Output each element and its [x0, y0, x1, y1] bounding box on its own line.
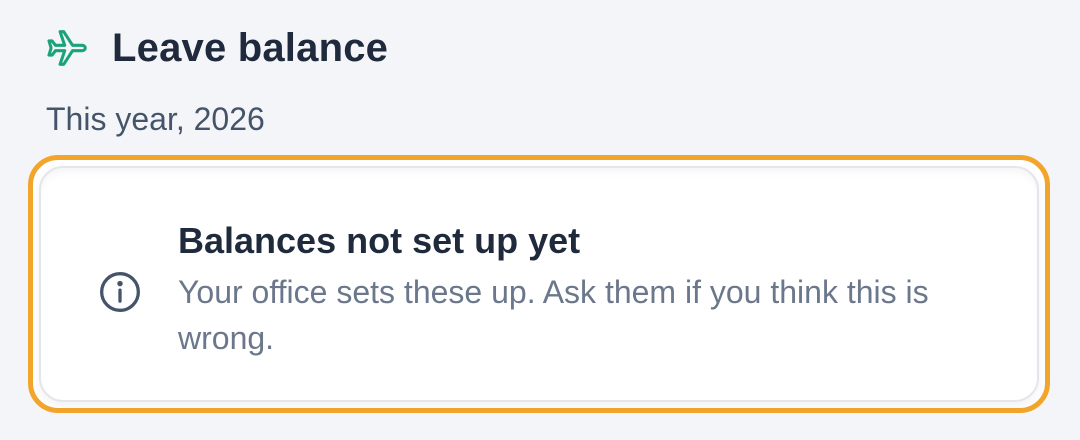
notice-text: Balances not set up yet Your office sets…: [178, 221, 977, 361]
period-label: This year, 2026: [46, 101, 265, 137]
notice-card[interactable]: Balances not set up yet Your office sets…: [39, 166, 1039, 402]
airplane-icon: [44, 25, 90, 71]
section-title: Leave balance: [112, 25, 389, 70]
notice-message: Your office sets these up. Ask them if y…: [178, 274, 929, 356]
notice-title: Balances not set up yet: [178, 220, 581, 261]
info-icon: [98, 270, 142, 314]
section-header: Leave balance: [44, 20, 388, 76]
notice-highlight: Balances not set up yet Your office sets…: [28, 155, 1050, 413]
